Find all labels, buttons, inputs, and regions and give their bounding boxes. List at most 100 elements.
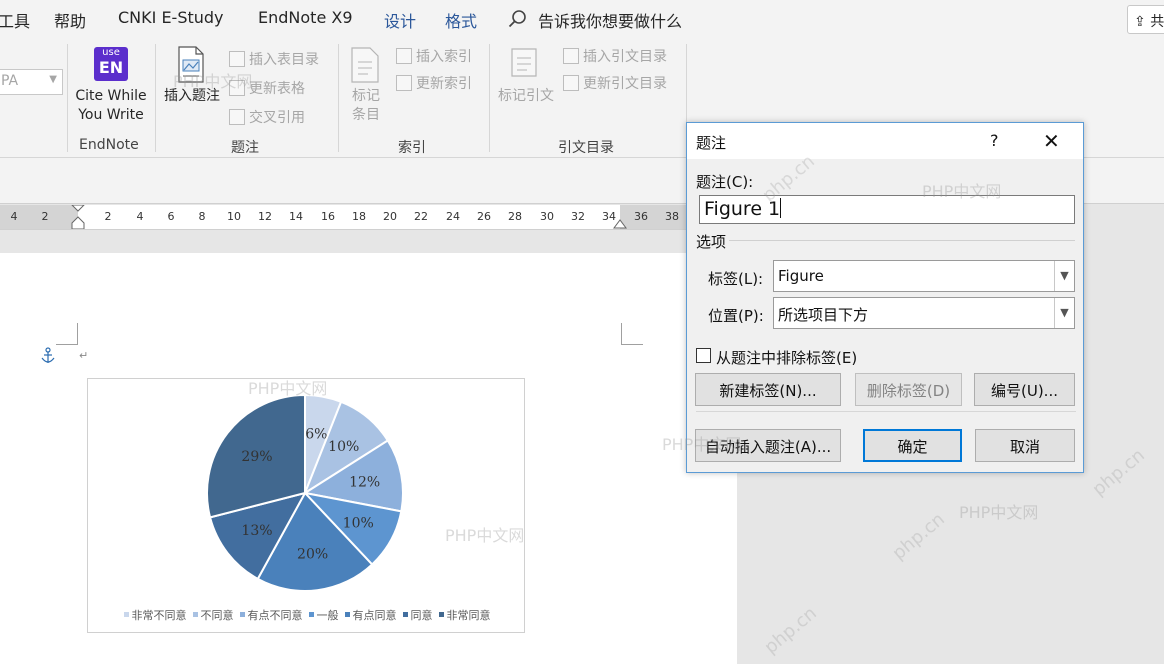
chevron-down-icon[interactable]: ▼ <box>1054 261 1074 291</box>
pie-data-label: 6% <box>305 426 327 442</box>
help-icon[interactable]: ? <box>990 131 999 150</box>
close-icon[interactable]: ✕ <box>1043 129 1060 153</box>
chevron-down-icon[interactable]: ▼ <box>1054 298 1074 328</box>
ruler-tick: 6 <box>167 210 175 223</box>
legend-label: 非常同意 <box>446 609 491 622</box>
ruler-tick: 2 <box>41 210 49 223</box>
share-button[interactable]: ⇪ 共享 <box>1127 5 1164 34</box>
text-caret <box>780 198 782 218</box>
share-icon: ⇪ <box>1134 14 1146 30</box>
options-divider <box>729 240 1075 241</box>
legend-swatch <box>308 612 314 617</box>
insert-table-of-figures-button[interactable]: 插入表目录 <box>229 49 319 69</box>
insert-caption-icon[interactable] <box>176 46 206 84</box>
update-authorities-label: 更新引文目录 <box>583 76 667 92</box>
ok-button[interactable]: 确定 <box>863 429 962 462</box>
chart-legend: 非常不同意 不同意 有点不同意 一般 有点同意 同意 非常同意 <box>88 607 526 623</box>
ruler-tick: 24 <box>446 210 460 223</box>
autocaption-button[interactable]: 自动插入题注(A)... <box>695 429 841 462</box>
menu-tools[interactable]: 工具 <box>0 8 30 32</box>
new-label-button[interactable]: 新建标签(N)... <box>695 373 841 406</box>
mark-entry-button[interactable]: 标记 条目 <box>348 87 384 125</box>
mark-citation-icon[interactable] <box>506 46 542 84</box>
ribbon-separator <box>155 44 156 152</box>
pie-data-label: 12% <box>349 475 380 491</box>
ruler-tick: 22 <box>414 210 428 223</box>
ruler-tick: 12 <box>258 210 272 223</box>
share-label: 共享 <box>1150 14 1164 30</box>
ruler-tick: 30 <box>540 210 554 223</box>
legend-label: 有点不同意 <box>247 609 303 622</box>
buttons-divider <box>696 411 1076 412</box>
mark-entry-label-1: 标记 <box>352 88 380 104</box>
insert-authorities-icon <box>563 48 579 64</box>
pie-data-label: 29% <box>241 449 272 465</box>
legend-item: 有点不同意 <box>239 607 303 623</box>
update-authorities-icon <box>563 75 579 91</box>
paragraph-mark-icon: ↵ <box>79 349 89 362</box>
crop-mark <box>621 323 643 345</box>
table-of-figures-icon <box>229 51 245 67</box>
options-heading: 选项 <box>696 233 727 251</box>
ruler-tick: 18 <box>352 210 366 223</box>
numbering-button[interactable]: 编号(U)... <box>974 373 1075 406</box>
caption-input[interactable]: Figure 1 <box>699 195 1075 224</box>
menu-help[interactable]: 帮助 <box>54 8 86 32</box>
insert-caption-button[interactable]: 插入题注 <box>160 87 224 106</box>
style-combo[interactable]: PA ▼ <box>0 69 63 95</box>
insert-table-of-figures-label: 插入表目录 <box>249 52 319 68</box>
endnote-logo-text: EN <box>98 58 124 77</box>
mark-entry-label-2: 条目 <box>352 107 380 123</box>
ruler-tick: 20 <box>383 210 397 223</box>
legend-item: 非常同意 <box>438 607 491 623</box>
ribbon-separator <box>489 44 490 152</box>
anchor-icon[interactable] <box>41 347 55 365</box>
ruler-tick: 26 <box>477 210 491 223</box>
position-select[interactable]: 所选项目下方 ▼ <box>773 297 1075 329</box>
legend-item: 一般 <box>308 607 339 623</box>
cross-reference-label: 交叉引用 <box>249 110 305 126</box>
ribbon-separator <box>338 44 339 152</box>
mark-entry-icon[interactable] <box>348 46 382 84</box>
menu-format[interactable]: 格式 <box>445 8 477 32</box>
pie-data-label: 10% <box>328 439 359 455</box>
legend-swatch <box>239 612 245 617</box>
crop-mark <box>56 323 78 345</box>
cite-while-you-write-button[interactable]: Cite While You Write <box>73 87 149 125</box>
ruler-tick: 4 <box>136 210 144 223</box>
tell-me-box[interactable]: 告诉我你想要做什么 <box>538 8 682 32</box>
legend-swatch <box>123 612 129 617</box>
menu-cnki[interactable]: CNKI E-Study <box>118 8 224 27</box>
insert-index-button[interactable]: 插入索引 <box>396 46 472 66</box>
label-select[interactable]: Figure ▼ <box>773 260 1075 292</box>
menu-endnote[interactable]: EndNote X9 <box>258 8 353 27</box>
exclude-label-text[interactable]: 从题注中排除标签(E) <box>716 347 857 368</box>
pie-chart-plot: 6%10%12%10%20%13%29% <box>206 393 404 592</box>
legend-swatch <box>192 612 198 617</box>
cancel-button[interactable]: 取消 <box>975 429 1075 462</box>
mark-citation-button[interactable]: 标记引文 <box>494 87 558 106</box>
legend-item: 不同意 <box>192 607 234 623</box>
legend-item: 有点同意 <box>344 607 397 623</box>
update-index-button[interactable]: 更新索引 <box>396 73 472 93</box>
delete-label-button[interactable]: 删除标签(D) <box>855 373 962 406</box>
update-table-of-authorities-button[interactable]: 更新引文目录 <box>563 73 667 93</box>
update-table-button[interactable]: 更新表格 <box>229 78 305 98</box>
menu-design[interactable]: 设计 <box>384 8 416 32</box>
cite-label-2: You Write <box>78 107 144 123</box>
exclude-label-checkbox[interactable] <box>696 348 711 363</box>
first-line-indent-marker[interactable] <box>71 205 85 229</box>
horizontal-ruler[interactable]: 4 2 2 4 6 8 10 12 14 16 18 20 22 24 26 28 30 32 34 36 38 <box>0 205 686 229</box>
search-icon[interactable] <box>508 9 528 29</box>
update-table-label: 更新表格 <box>249 81 305 97</box>
caption-dialog: 题注 ? ✕ 题注(C): Figure 1 选项 标签(L): Figure … <box>686 122 1084 473</box>
insert-table-of-authorities-button[interactable]: 插入引文目录 <box>563 46 667 66</box>
ruler-tick: 8 <box>198 210 206 223</box>
endnote-icon[interactable]: use EN <box>94 47 128 81</box>
dialog-titlebar[interactable]: 题注 ? ✕ <box>687 123 1083 159</box>
cross-reference-button[interactable]: 交叉引用 <box>229 107 305 127</box>
ruler-tick: 10 <box>227 210 241 223</box>
ruler-tick: 28 <box>508 210 522 223</box>
pie-chart[interactable]: 6% 10% 12% 10% 20% 13% 29% 非常不同意 不同意 有点不同意 一般 有点同意… <box>87 378 525 633</box>
right-indent-marker[interactable] <box>613 217 627 229</box>
